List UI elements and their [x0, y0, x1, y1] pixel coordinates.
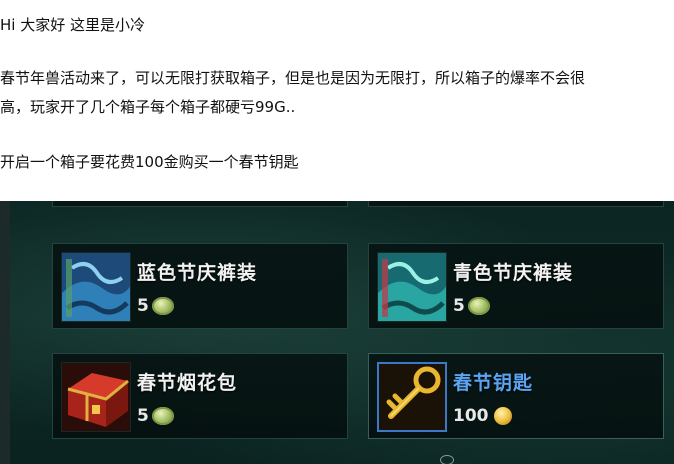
item-price: 5: [453, 294, 490, 318]
shop-item-spring-key[interactable]: 春节钥匙 100: [368, 353, 664, 439]
cost-text: 开启一个箱子要花费100金购买一个春节钥匙: [0, 153, 299, 171]
item-title: 青色节庆裤装: [453, 262, 574, 284]
item-title: 春节钥匙: [453, 372, 534, 394]
intro-line-2: 高，玩家开了几个箱子每个箱子都硬亏99G..: [0, 98, 296, 116]
item-price: 5: [137, 294, 174, 318]
shop-item-cyan-pants[interactable]: 青色节庆裤装 5: [368, 243, 664, 329]
item-price: 5: [137, 404, 174, 428]
article-text: Hi 大家好 这里是小冷 春节年兽活动来了，可以无限打获取箱子，但是也是因为无限…: [0, 0, 674, 201]
scrollbar[interactable]: [0, 201, 10, 464]
treasure-chest-icon: [61, 362, 131, 432]
item-title: 春节烟花包: [137, 372, 238, 394]
game-shop-screenshot: 蓝色节庆裤装 5 青色节庆裤装 5 春节烟花包 5 春节钥匙 100: [0, 201, 674, 464]
shop-card-partial[interactable]: [52, 201, 348, 207]
bottom-partial-bar: [440, 453, 458, 464]
shop-item-fireworks-pack[interactable]: 春节烟花包 5: [52, 353, 348, 439]
green-gem-coin-icon: [467, 297, 490, 315]
green-gem-coin-icon: [151, 297, 174, 315]
shop-item-blue-pants[interactable]: 蓝色节庆裤装 5: [52, 243, 348, 329]
intro-line-1: 春节年兽活动来了，可以无限打获取箱子，但是也是因为无限打，所以箱子的爆率不会很: [0, 69, 586, 87]
item-price: 100: [453, 404, 512, 428]
eye-icon: [440, 455, 454, 464]
greeting-text: Hi 大家好 这里是小冷: [0, 16, 145, 34]
gold-coin-icon: [493, 407, 512, 425]
green-gem-coin-icon: [151, 407, 174, 425]
blue-pants-icon: [61, 252, 131, 322]
item-title: 蓝色节庆裤装: [137, 262, 258, 284]
golden-key-icon: [377, 362, 447, 432]
shop-card-partial[interactable]: [368, 201, 664, 207]
cyan-pants-icon: [377, 252, 447, 322]
